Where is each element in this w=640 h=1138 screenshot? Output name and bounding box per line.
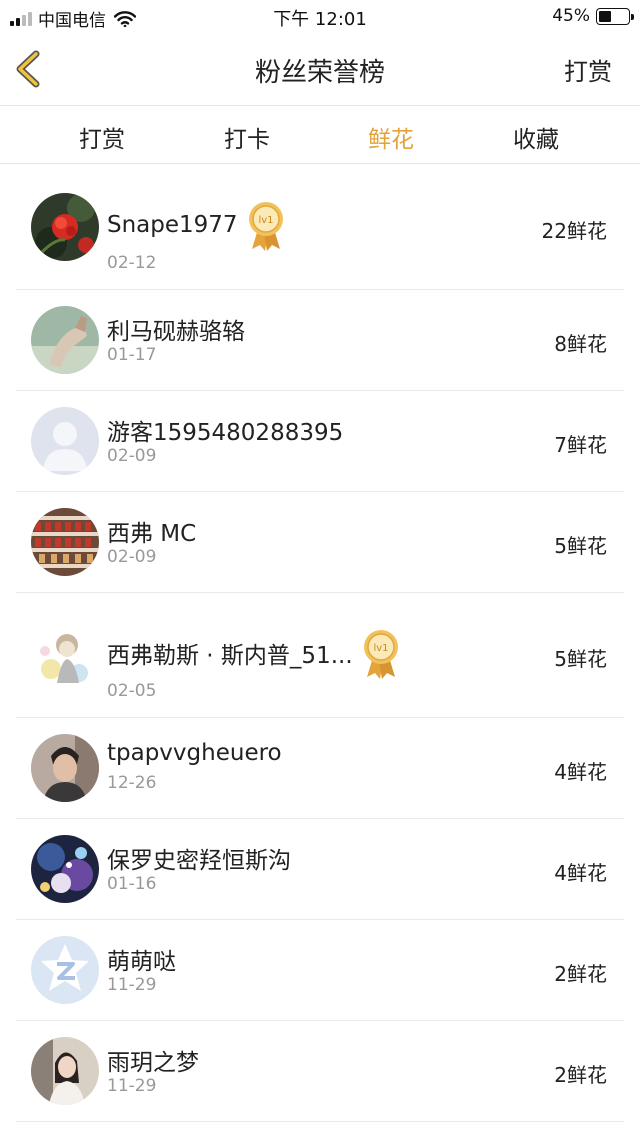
default-user-icon [31,407,99,475]
fan-row[interactable]: 西弗勒斯 · 斯内普_51... lv1 02-05 5鲜花 [0,593,640,718]
tab-favorites[interactable]: 收藏 [486,120,586,154]
fan-date: 02-09 [107,547,157,567]
fan-row[interactable]: 利马砚赫骆辂 01-17 8鲜花 [0,290,640,391]
fan-row[interactable]: 游客1595480288395 02-09 7鲜花 [0,391,640,492]
flower-count: 7鲜花 [554,433,607,457]
fan-date: 01-17 [107,345,157,365]
fan-date: 11-29 [107,975,157,995]
name-line: 西弗勒斯 · 斯内普_51... lv1 [107,627,401,679]
status-bar: 中国电信 下午 12:01 45% [0,0,640,34]
tab-reward[interactable]: 打赏 [52,120,152,154]
flower-count: 4鲜花 [554,861,607,885]
qzone-icon [31,936,99,1004]
status-right: 45% [552,6,634,26]
fan-date: 01-16 [107,874,157,894]
fan-name: 保罗史密羟恒斯沟 [107,848,291,874]
flower-count: 4鲜花 [554,760,607,784]
fan-date: 02-12 [107,253,157,273]
name-line: 利马砚赫骆辂 [107,312,245,346]
fan-date: 11-29 [107,1076,157,1096]
fan-row[interactable]: 保罗史密羟恒斯沟 01-16 4鲜花 [0,819,640,920]
fan-row[interactable]: 西弗 MC 02-09 5鲜花 [0,492,640,593]
flower-count: 5鲜花 [554,534,607,558]
nav-bar: 粉丝荣誉榜 打赏 [0,34,640,106]
svg-text:lv1: lv1 [258,215,273,226]
page-title: 粉丝荣誉榜 [254,58,385,88]
avatar [31,936,99,1004]
flower-count: 22鲜花 [541,219,607,243]
fan-row[interactable]: tpapvvgheuero 12-26 4鲜花 [0,718,640,819]
fan-row[interactable]: Snape1977 lv1 02-12 22鲜花 [0,165,640,290]
svg-text:lv1: lv1 [373,643,388,654]
avatar [31,1037,99,1105]
fan-name: 利马砚赫骆辂 [107,319,245,345]
tab-bar: 打赏 打卡 鲜花 收藏 [0,106,640,164]
name-line: 西弗 MC [107,514,196,548]
fan-name: 雨玥之梦 [107,1050,199,1076]
flower-count: 5鲜花 [554,647,607,671]
battery-icon [596,7,634,25]
name-line: 游客1595480288395 [107,413,343,447]
medal-icon: lv1 [248,202,283,251]
avatar [31,306,99,374]
name-line: 萌萌哒 [107,942,176,976]
fan-date: 02-05 [107,681,157,701]
name-line: 保罗史密羟恒斯沟 [107,841,291,875]
fan-row[interactable]: 萌萌哒 11-29 2鲜花 [0,920,640,1021]
fan-name: 西弗 MC [107,521,197,547]
avatar [31,508,99,576]
battery-percent: 45% [552,6,590,26]
name-line: tpapvvgheuero [107,740,282,766]
fan-name: 游客1595480288395 [107,420,344,446]
flower-count: 2鲜花 [554,962,607,986]
avatar [31,734,99,802]
fan-row[interactable]: 雨玥之梦 11-29 2鲜花 [0,1021,640,1122]
avatar [31,193,99,261]
avatar [31,835,99,903]
medal-icon: lv1 [363,630,398,679]
tab-flowers[interactable]: 鲜花 [341,120,441,154]
fan-name: tpapvvgheuero [107,740,282,766]
fan-date: 02-09 [107,446,157,466]
tab-checkin[interactable]: 打卡 [197,120,297,154]
fan-name: 西弗勒斯 · 斯内普_51... [107,643,353,669]
reward-button[interactable]: 打赏 [564,52,612,87]
name-line: Snape1977 lv1 [107,199,286,251]
avatar [31,621,99,689]
fan-name: 萌萌哒 [107,949,176,975]
fan-list: Snape1977 lv1 02-12 22鲜花 利马砚赫骆辂 01-17 8鲜… [0,165,640,1122]
flower-count: 2鲜花 [554,1063,607,1087]
status-time: 下午 12:01 [273,9,367,30]
name-line: 雨玥之梦 [107,1043,199,1077]
fan-name: Snape1977 [107,212,238,238]
battery-fill [599,10,611,22]
avatar [31,407,99,475]
fan-date: 12-26 [107,773,157,793]
flower-count: 8鲜花 [554,332,607,356]
